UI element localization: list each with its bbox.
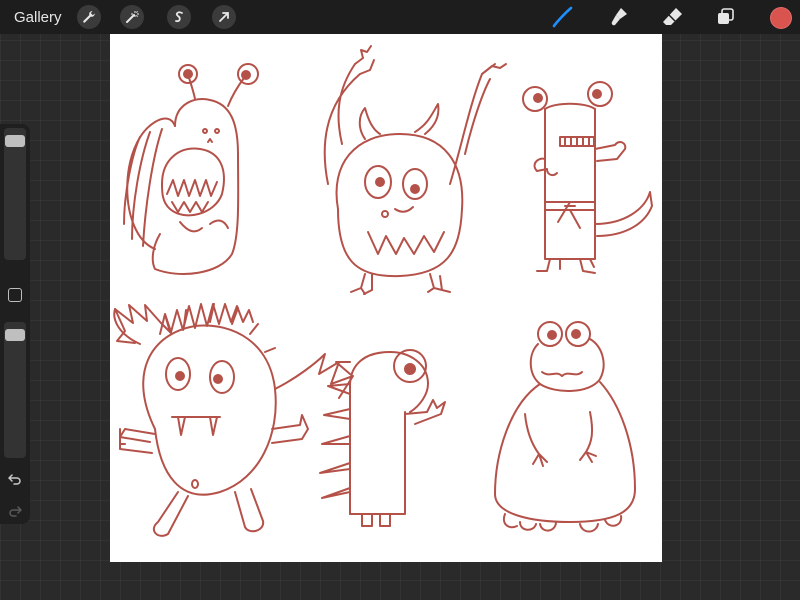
transform-arrow-icon (219, 12, 229, 22)
modify-button[interactable] (8, 288, 22, 302)
undo-button[interactable] (7, 472, 23, 486)
frog-monster-doodle (494, 321, 636, 533)
rat-monster-doodle (522, 81, 653, 274)
adjustments-button[interactable] (120, 5, 144, 29)
actions-button[interactable] (77, 5, 101, 29)
dino-monster-doodle (319, 349, 446, 527)
redo-icon (9, 506, 22, 517)
snail-monster-doodle (123, 63, 259, 275)
brush-icon (552, 6, 573, 28)
magic-wand-icon (126, 11, 139, 23)
smudge-tool-button[interactable] (606, 5, 632, 29)
layers-button[interactable] (713, 5, 739, 29)
selection-icon (175, 11, 183, 23)
opacity-thumb[interactable] (5, 328, 25, 341)
layers-icon (718, 8, 734, 24)
opacity-slider[interactable] (4, 322, 26, 458)
redo-button[interactable] (7, 504, 23, 518)
top-toolbar: Gallery (0, 0, 800, 34)
eraser-tool-button[interactable] (660, 5, 686, 29)
selection-button[interactable] (167, 5, 191, 29)
gallery-button[interactable]: Gallery (14, 9, 62, 26)
horned-monster-doodle (323, 45, 507, 295)
transform-button[interactable] (212, 5, 236, 29)
brush-size-thumb[interactable] (5, 134, 25, 147)
sidebar (0, 124, 30, 524)
eraser-icon (663, 8, 682, 25)
brush-tool-button[interactable] (549, 5, 575, 29)
drawing-canvas[interactable] (110, 34, 662, 562)
winged-monster-doodle (113, 303, 354, 537)
wrench-icon (83, 11, 95, 23)
smudge-icon (611, 8, 627, 26)
undo-icon (8, 474, 21, 485)
monster-doodles (113, 45, 653, 537)
brush-size-slider[interactable] (4, 128, 26, 260)
color-picker-button[interactable] (770, 7, 792, 29)
